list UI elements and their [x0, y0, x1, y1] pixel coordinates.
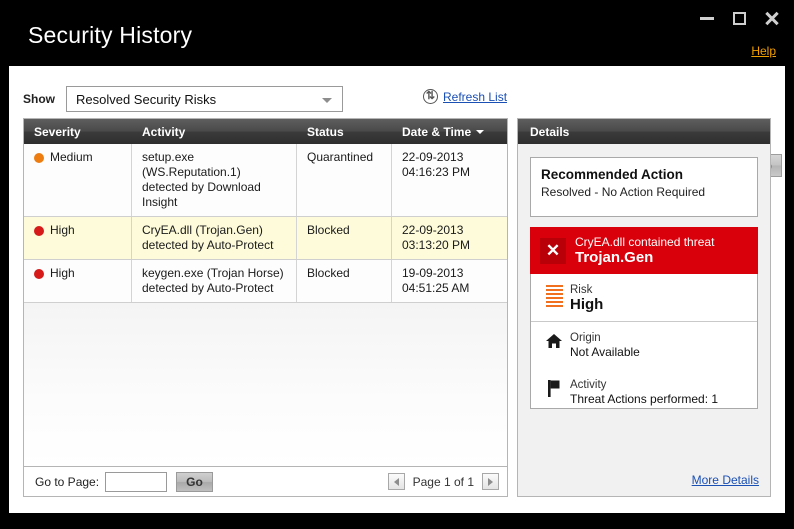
cell-severity: High — [24, 217, 132, 259]
details-panel: Details Recommended Action Resolved - No… — [517, 118, 771, 497]
column-header-status[interactable]: Status — [297, 119, 392, 144]
maximize-button[interactable] — [730, 9, 748, 27]
chevron-left-icon — [393, 477, 399, 486]
more-details-link[interactable]: More Details — [692, 473, 759, 487]
info-value-origin: Not Available — [570, 345, 640, 359]
refresh-icon: ⇅ — [423, 89, 438, 104]
chevron-down-icon — [322, 98, 332, 103]
goto-page-go-button[interactable]: Go — [176, 472, 213, 492]
error-x-icon: ✕ — [540, 237, 566, 264]
title-bar: Security History Help — [0, 0, 794, 66]
severity-label: High — [50, 266, 75, 280]
chevron-right-icon — [488, 477, 493, 486]
info-row-risk: Risk High — [531, 274, 757, 322]
home-icon — [542, 333, 566, 349]
history-table: Severity Activity Status Date & Time Med… — [23, 118, 508, 467]
cell-status: Quarantined — [297, 144, 392, 216]
threat-info-box: Risk High Origin Not Available Activity … — [530, 274, 758, 409]
table-header-row: Severity Activity Status Date & Time — [24, 119, 507, 144]
refresh-list-label: Refresh List — [443, 89, 508, 104]
cell-activity: setup.exe (WS.Reputation.1) detected by … — [132, 144, 297, 216]
cell-datetime: 22-09-2013 03:13:20 PM — [402, 223, 471, 252]
next-page-button[interactable] — [482, 473, 499, 490]
security-history-window: Security History Help Show Resolved Secu… — [0, 0, 794, 529]
minimize-icon — [700, 16, 714, 20]
column-header-activity[interactable]: Activity — [132, 119, 297, 144]
cell-status: Blocked — [297, 217, 392, 259]
cell-datetime: 22-09-2013 04:16:23 PM — [402, 150, 471, 179]
risk-bars-icon — [542, 285, 566, 309]
severity-label: Medium — [50, 150, 93, 164]
cell-severity: High — [24, 260, 132, 302]
severity-dot-icon — [34, 226, 44, 236]
maximize-icon — [732, 11, 746, 25]
table-row[interactable]: High CryEA.dll (Trojan.Gen) detected by A… — [24, 217, 507, 260]
severity-label: High — [50, 223, 75, 237]
recommended-action-title: Recommended Action — [541, 167, 684, 182]
flag-icon — [542, 380, 566, 397]
show-filter-dropdown[interactable]: Resolved Security Risks — [66, 86, 343, 112]
column-label-activity: Activity — [142, 124, 186, 139]
column-label-datetime: Date & Time — [402, 124, 472, 139]
info-label-origin: Origin — [570, 332, 601, 344]
table-row[interactable]: Medium setup.exe (WS.Reputation.1) detect… — [24, 144, 507, 217]
page-navigation: Page 1 of 1 — [387, 473, 499, 490]
info-value-risk: High — [570, 296, 604, 313]
cell-status: Blocked — [297, 260, 392, 302]
info-row-activity: Activity Threat Actions performed: 1 — [531, 369, 757, 416]
page-title: Security History — [28, 22, 193, 48]
threat-description: CryEA.dll contained threat — [575, 235, 715, 249]
table-row[interactable]: High keygen.exe (Trojan Horse) detected b… — [24, 260, 507, 303]
previous-page-button[interactable] — [387, 473, 405, 490]
window-controls — [698, 9, 780, 27]
show-label: Show — [23, 92, 55, 106]
cell-severity: Medium — [24, 144, 132, 216]
goto-page-label: Go to Page: — [35, 475, 100, 489]
table-body: Medium setup.exe (WS.Reputation.1) detect… — [24, 144, 507, 466]
column-label-severity: Severity — [34, 124, 81, 139]
page-indicator: Page 1 of 1 — [412, 474, 474, 489]
content-panel: Show Resolved Security Risks ⇅ Refresh L… — [9, 66, 785, 513]
info-label-activity: Activity — [570, 379, 607, 391]
close-icon — [764, 11, 779, 26]
recommended-action-value: Resolved - No Action Required — [541, 185, 706, 199]
pagination-bar: Go to Page: Go Page 1 of 1 — [23, 467, 508, 497]
column-label-status: Status — [307, 124, 344, 139]
threat-banner: ✕ CryEA.dll contained threat Trojan.Gen — [530, 227, 758, 274]
severity-dot-icon — [34, 153, 44, 163]
details-header: Details — [518, 119, 770, 144]
info-label-risk: Risk — [570, 284, 593, 296]
show-filter-value: Resolved Security Risks — [76, 92, 217, 107]
threat-name: Trojan.Gen — [575, 249, 654, 266]
help-link[interactable]: Help — [751, 44, 776, 58]
sort-desc-icon — [476, 129, 485, 134]
info-row-origin: Origin Not Available — [531, 322, 757, 369]
cell-activity: keygen.exe (Trojan Horse) detected by Au… — [132, 260, 297, 302]
refresh-list-button[interactable]: ⇅ Refresh List — [423, 89, 507, 104]
severity-dot-icon — [34, 269, 44, 279]
minimize-button[interactable] — [698, 9, 716, 27]
column-header-severity[interactable]: Severity — [24, 119, 132, 144]
goto-page-input[interactable] — [105, 472, 167, 492]
info-value-activity: Threat Actions performed: 1 — [570, 392, 719, 406]
recommended-action-box: Recommended Action Resolved - No Action … — [530, 157, 758, 217]
close-button[interactable] — [762, 9, 780, 27]
cell-activity: CryEA.dll (Trojan.Gen) detected by Auto-… — [132, 217, 297, 259]
threat-text: CryEA.dll contained threat Trojan.Gen — [575, 235, 714, 266]
cell-datetime: 19-09-2013 04:51:25 AM — [402, 266, 470, 295]
column-header-datetime[interactable]: Date & Time — [392, 119, 507, 144]
